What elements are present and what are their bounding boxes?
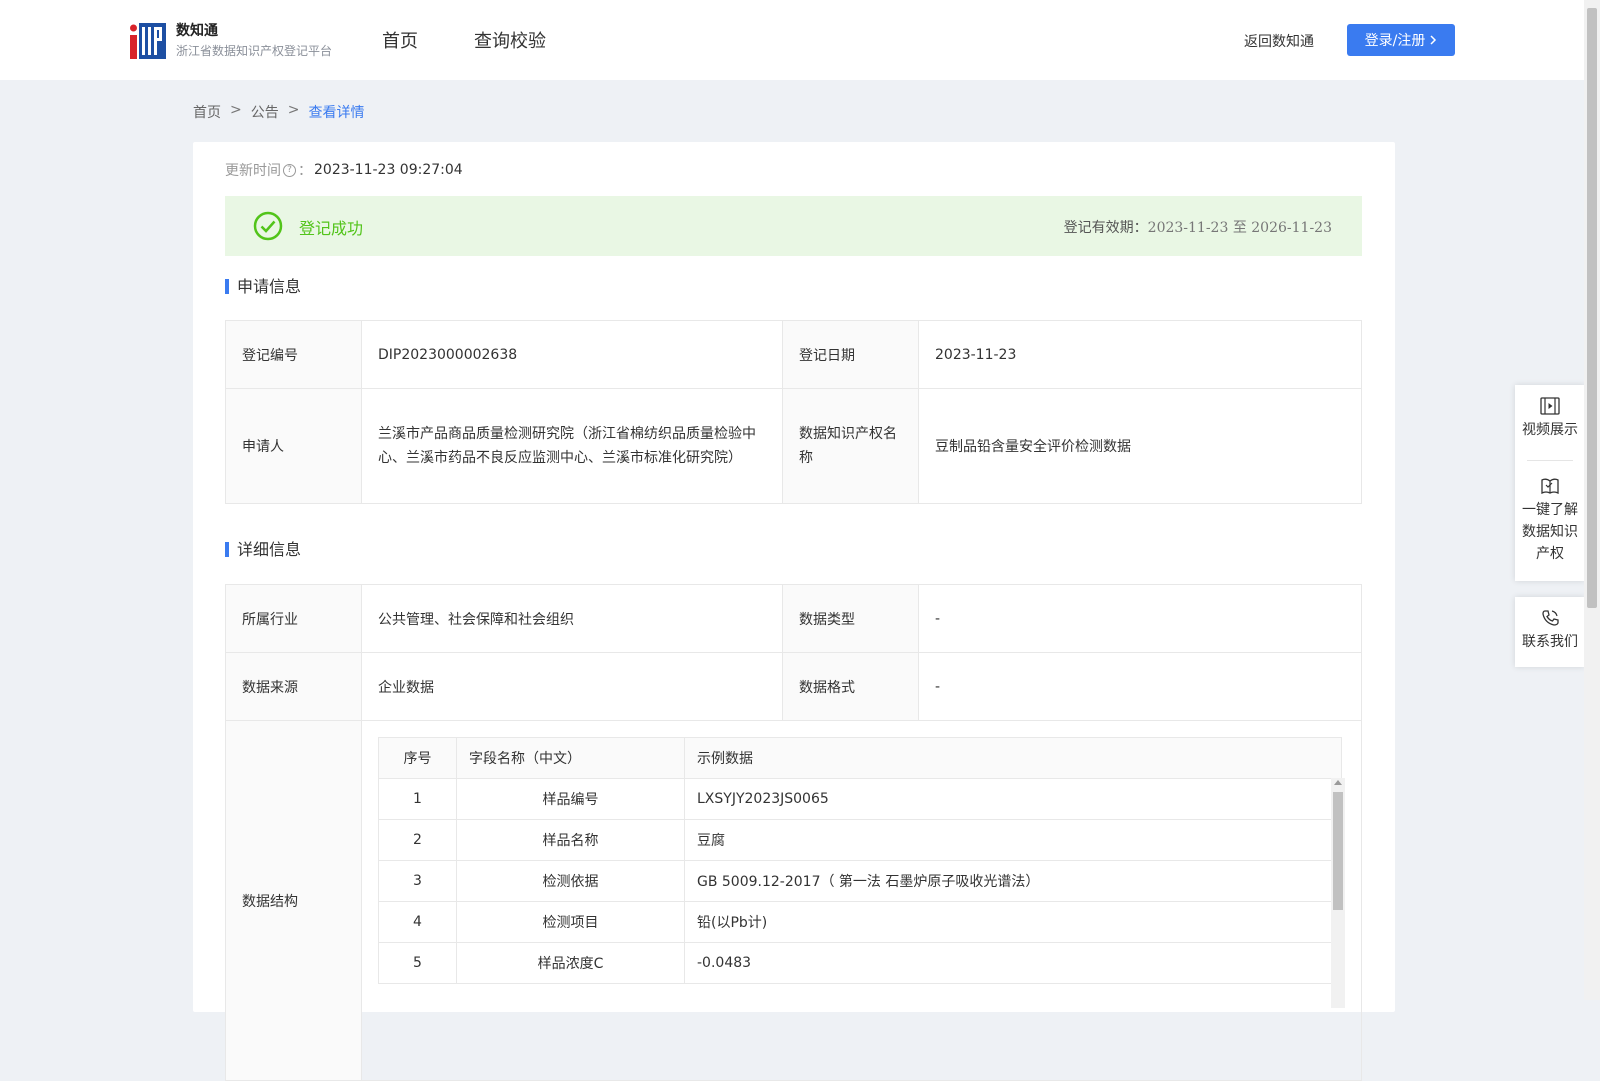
page-scrollbar[interactable] <box>1584 0 1600 1000</box>
field-name: 样品名称 <box>456 819 685 861</box>
divider <box>1527 460 1573 461</box>
nav-query-verify[interactable]: 查询校验 <box>474 27 546 53</box>
contact-us-label: 联系我们 <box>1522 634 1578 650</box>
contact-us-button[interactable]: 联系我们 <box>1515 609 1585 653</box>
reg-date-value: 2023-11-23 <box>918 320 1362 389</box>
floating-contact-panel: 联系我们 <box>1515 597 1585 667</box>
source-value: 企业数据 <box>361 652 783 721</box>
logo-title: 数知通 <box>176 23 218 39</box>
floating-help-panel: 视频展示 一键了解数据知识产权 <box>1515 385 1585 581</box>
back-to-shuzhitong-link[interactable]: 返回数知通 <box>1244 31 1314 51</box>
detail-card: 更新时间 ? ： 2023-11-23 09:27:04 登记成功 登记有效期：… <box>193 142 1395 1081</box>
field-example: 豆腐 <box>684 819 1342 861</box>
validity-period: 登记有效期：2023-11-23 至 2026-11-23 <box>1064 217 1332 237</box>
field-no: 1 <box>378 778 457 820</box>
learn-data-ip-label: 一键了解数据知识产权 <box>1522 502 1578 562</box>
table-row: 申请人 兰溪市产品商品质量检测研究院（浙江省棉纺织品质量检验中心、兰溪市药品不良… <box>225 388 1362 504</box>
field-no: 5 <box>378 942 457 984</box>
logo-icon[interactable] <box>130 21 166 59</box>
update-time-colon: ： <box>298 163 312 179</box>
update-time-row: 更新时间 ? ： 2023-11-23 09:27:04 <box>225 160 463 180</box>
table-row: 数据结构 序号 字段名称（中文） 示例数据 1 样品编号 LXSYJY2023J… <box>225 720 1362 1081</box>
update-time-value: 2023-11-23 09:27:04 <box>314 162 463 178</box>
table-row: 登记编号 DIP2023000002638 登记日期 2023-11-23 <box>225 320 1362 389</box>
update-time-label: 更新时间 <box>225 163 281 179</box>
reg-date-label: 登记日期 <box>782 320 919 389</box>
fields-header-row: 序号 字段名称（中文） 示例数据 <box>378 737 1342 779</box>
breadcrumb-separator: > <box>287 102 300 118</box>
top-header: 数知通 浙江省数据知识产权登记平台 首页 查询校验 返回数知通 登录/注册 <box>0 0 1584 80</box>
book-icon <box>1541 478 1559 495</box>
breadcrumb: 首页 > 公告 > 查看详情 <box>193 102 364 122</box>
field-name: 样品浓度C <box>456 942 685 984</box>
table-row: 4 检测项目 铅(以Pb计) <box>378 901 1342 943</box>
field-no: 2 <box>378 819 457 861</box>
login-register-button[interactable]: 登录/注册 <box>1347 24 1455 56</box>
video-showcase-label: 视频展示 <box>1522 422 1578 438</box>
field-example: -0.0483 <box>684 942 1342 984</box>
ip-name-value: 豆制品铅含量安全评价检测数据 <box>918 388 1362 504</box>
table-row: 1 样品编号 LXSYJY2023JS0065 <box>378 778 1342 820</box>
status-text: 登记成功 <box>299 219 364 238</box>
fields-table-wrapper: 序号 字段名称（中文） 示例数据 1 样品编号 LXSYJY2023JS0065… <box>378 737 1345 1008</box>
field-example: GB 5009.12-2017（ 第一法 石墨炉原子吸收光谱法） <box>684 860 1342 902</box>
video-showcase-button[interactable]: 视频展示 <box>1515 397 1585 441</box>
phone-icon <box>1542 610 1559 626</box>
breadcrumb-separator: > <box>230 102 242 118</box>
detail-info-table: 所属行业 公共管理、社会保障和社会组织 数据类型 - 数据来源 企业数据 数据格… <box>225 584 1362 1081</box>
ip-name-label: 数据知识产权名称 <box>782 388 919 504</box>
industry-value: 公共管理、社会保障和社会组织 <box>361 584 783 653</box>
chevron-right-icon <box>1430 35 1437 45</box>
check-circle-icon <box>253 211 283 241</box>
reg-no-value: DIP2023000002638 <box>361 320 783 389</box>
table-row: 3 检测依据 GB 5009.12-2017（ 第一法 石墨炉原子吸收光谱法） <box>378 860 1342 902</box>
col-header-no: 序号 <box>378 737 457 779</box>
scroll-up-arrow-icon[interactable] <box>1334 780 1342 785</box>
format-value: - <box>918 652 1362 721</box>
industry-label: 所属行业 <box>225 584 362 653</box>
field-name: 样品编号 <box>456 778 685 820</box>
page-scrollbar-thumb[interactable] <box>1587 8 1597 608</box>
col-header-field-name: 字段名称（中文） <box>456 737 685 779</box>
source-label: 数据来源 <box>225 652 362 721</box>
field-no: 3 <box>378 860 457 902</box>
validity-label: 登记有效期： <box>1063 220 1148 236</box>
logo-subtitle: 浙江省数据知识产权登记平台 <box>176 44 333 58</box>
video-icon <box>1540 397 1560 415</box>
validity-dates: 2023-11-23 至 2026-11-23 <box>1147 220 1332 236</box>
scrollbar-thumb[interactable] <box>1333 792 1343 910</box>
learn-data-ip-button[interactable]: 一键了解数据知识产权 <box>1515 477 1585 565</box>
table-row: 5 样品浓度C -0.0483 <box>378 942 1342 984</box>
breadcrumb-current: 查看详情 <box>308 105 365 121</box>
field-example: 铅(以Pb计) <box>684 901 1342 943</box>
data-type-value: - <box>918 584 1362 653</box>
fields-table: 序号 字段名称（中文） 示例数据 1 样品编号 LXSYJY2023JS0065… <box>378 737 1342 984</box>
section-title-application: 申请信息 <box>225 279 301 295</box>
structure-label: 数据结构 <box>225 720 362 1081</box>
table-row: 数据来源 企业数据 数据格式 - <box>225 652 1362 721</box>
col-header-example: 示例数据 <box>684 737 1342 779</box>
data-type-label: 数据类型 <box>782 584 919 653</box>
field-example: LXSYJY2023JS0065 <box>684 778 1342 820</box>
table-row: 2 样品名称 豆腐 <box>378 819 1342 861</box>
section-title-detail: 详细信息 <box>225 542 301 558</box>
applicant-label: 申请人 <box>225 388 362 504</box>
nav-home[interactable]: 首页 <box>382 27 418 53</box>
table-row: 所属行业 公共管理、社会保障和社会组织 数据类型 - <box>225 584 1362 653</box>
login-register-label: 登录/注册 <box>1364 33 1426 49</box>
structure-value: 序号 字段名称（中文） 示例数据 1 样品编号 LXSYJY2023JS0065… <box>361 720 1362 1081</box>
status-banner: 登记成功 登记有效期：2023-11-23 至 2026-11-23 <box>225 196 1362 256</box>
field-name: 检测依据 <box>456 860 685 902</box>
format-label: 数据格式 <box>782 652 919 721</box>
question-circle-icon[interactable]: ? <box>283 163 296 177</box>
application-info-table: 登记编号 DIP2023000002638 登记日期 2023-11-23 申请… <box>225 320 1362 504</box>
reg-no-label: 登记编号 <box>225 320 362 389</box>
fields-table-scrollbar[interactable] <box>1331 778 1345 1008</box>
breadcrumb-home[interactable]: 首页 <box>193 102 221 122</box>
field-no: 4 <box>378 901 457 943</box>
applicant-value: 兰溪市产品商品质量检测研究院（浙江省棉纺织品质量检验中心、兰溪市药品不良反应监测… <box>361 388 783 504</box>
field-name: 检测项目 <box>456 901 685 943</box>
breadcrumb-notice[interactable]: 公告 <box>251 102 279 122</box>
